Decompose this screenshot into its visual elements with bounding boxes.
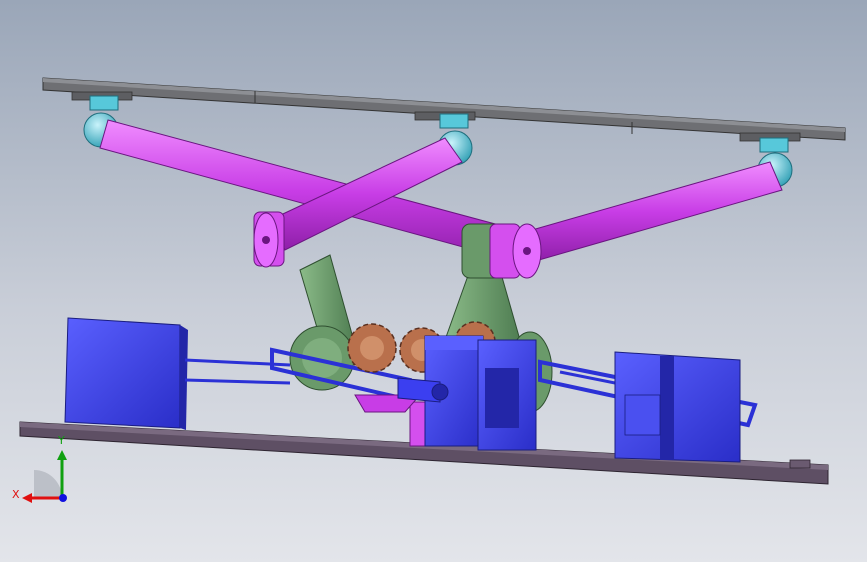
motor-right[interactable] — [614, 351, 741, 463]
z-axis-icon — [59, 494, 67, 502]
coordinate-triad: Y X — [10, 434, 80, 510]
3d-model-view[interactable] — [0, 0, 867, 562]
lower-arm-left[interactable] — [289, 254, 356, 391]
cad-viewport[interactable]: Y X — [0, 0, 867, 562]
motor-center-right[interactable] — [477, 339, 537, 451]
motor-left[interactable] — [64, 317, 188, 430]
rod-end-left[interactable] — [253, 211, 285, 268]
top-platform[interactable] — [42, 77, 846, 142]
shaft-coupler[interactable] — [397, 377, 449, 403]
gear-left[interactable] — [347, 323, 397, 373]
rod-right[interactable] — [524, 161, 783, 263]
drive-shaft[interactable] — [354, 394, 427, 447]
y-axis-label: Y — [58, 434, 65, 447]
rod-end-right[interactable] — [461, 223, 542, 279]
x-axis-label: X — [12, 488, 20, 501]
